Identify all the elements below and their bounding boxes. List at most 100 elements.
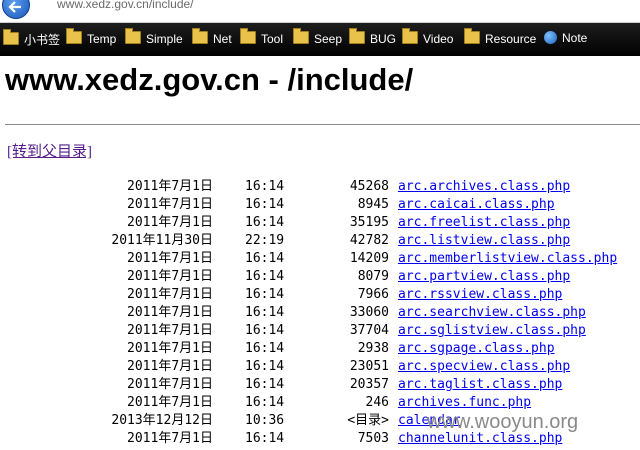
file-time: 16:14 xyxy=(245,359,285,374)
file-size: 8079 xyxy=(357,269,389,284)
file-row: 2011年7月1日 16:14 20357 arc.taglist.class.php xyxy=(0,376,640,394)
file-time: 22:19 xyxy=(245,233,285,248)
divider xyxy=(5,124,640,125)
address-bar: www.xedz.gov.cn/include/ xyxy=(0,0,640,23)
file-date: 2011年7月1日 xyxy=(127,179,213,194)
file-size: 42782 xyxy=(349,233,389,248)
bookmark-label: Simple xyxy=(146,32,183,46)
folder-icon xyxy=(240,28,256,44)
bookmark-folder-temp[interactable]: Temp xyxy=(66,28,116,47)
file-time: 16:14 xyxy=(245,323,285,338)
bookmark-folder-bug[interactable]: BUG xyxy=(349,28,397,47)
folder-icon xyxy=(349,28,365,44)
file-time: 16:14 xyxy=(245,431,285,446)
file-link[interactable]: arc.caicai.class.php xyxy=(398,196,555,214)
file-link[interactable]: archives.func.php xyxy=(398,394,531,412)
file-time: 16:14 xyxy=(245,251,285,266)
bookmark-label: 小书签 xyxy=(24,33,61,47)
file-size: 7503 xyxy=(357,431,389,446)
bookmark-folder-seep[interactable]: Seep xyxy=(293,28,343,47)
file-size: 33060 xyxy=(349,305,389,320)
file-date: 2011年7月1日 xyxy=(127,395,213,410)
file-link[interactable]: arc.archives.class.php xyxy=(398,178,570,196)
file-time: 16:14 xyxy=(245,215,285,230)
file-size: 23051 xyxy=(349,359,389,374)
file-size: 37704 xyxy=(349,323,389,338)
file-date: 2011年11月30日 xyxy=(111,233,213,248)
folder-icon xyxy=(293,28,309,44)
file-row: 2011年7月1日 16:14 7966 arc.rssview.class.php xyxy=(0,286,640,304)
file-link[interactable]: arc.searchview.class.php xyxy=(398,304,586,322)
file-size: <目录> xyxy=(347,413,389,428)
folder-icon xyxy=(402,28,418,44)
bookmark-folder-video[interactable]: Video xyxy=(402,28,454,47)
bookmarks-bar: 小书签 Temp Simple Net Tool Seep BUG Video … xyxy=(0,23,640,56)
bookmark-label: Seep xyxy=(314,32,343,46)
folder-icon xyxy=(464,28,480,44)
globe-icon xyxy=(544,31,557,44)
file-date: 2011年7月1日 xyxy=(127,431,213,446)
file-row: 2011年11月30日 22:19 42782 arc.listview.class.… xyxy=(0,232,640,250)
file-date: 2011年7月1日 xyxy=(127,341,213,356)
file-size: 45268 xyxy=(349,179,389,194)
url-field[interactable]: www.xedz.gov.cn/include/ xyxy=(57,0,194,11)
bookmark-label: Video xyxy=(423,32,454,46)
file-date: 2011年7月1日 xyxy=(127,323,213,338)
bookmark-label: Tool xyxy=(261,32,284,46)
file-row: 2011年7月1日 16:14 37704 arc.sglistview.class.… xyxy=(0,322,640,340)
file-date: 2011年7月1日 xyxy=(127,251,213,266)
bookmark-label: Resource xyxy=(485,32,537,46)
file-row: 2011年7月1日 16:14 33060 arc.searchview.class.… xyxy=(0,304,640,322)
folder-icon xyxy=(125,28,141,44)
file-link[interactable]: arc.listview.class.php xyxy=(398,232,570,250)
file-row: 2011年7月1日 16:14 8079 arc.partview.class.php xyxy=(0,268,640,286)
file-size: 35195 xyxy=(349,215,389,230)
file-date: 2011年7月1日 xyxy=(127,215,213,230)
file-date: 2011年7月1日 xyxy=(127,197,213,212)
file-time: 16:14 xyxy=(245,179,285,194)
file-size: 7966 xyxy=(357,287,389,302)
file-row: 2011年7月1日 16:14 8945 arc.caicai.class.php xyxy=(0,196,640,214)
file-size: 2938 xyxy=(357,341,389,356)
file-listing: 2011年7月1日 16:14 45268 arc.archives.class.ph… xyxy=(0,178,640,450)
file-link[interactable]: arc.sglistview.class.php xyxy=(398,322,586,340)
file-link[interactable]: arc.rssview.class.php xyxy=(398,286,562,304)
file-time: 16:14 xyxy=(245,269,285,284)
file-size: 20357 xyxy=(349,377,389,392)
file-link[interactable]: arc.specview.class.php xyxy=(398,358,570,376)
file-time: 16:14 xyxy=(245,341,285,356)
file-size: 246 xyxy=(365,395,389,410)
bookmark-label: Net xyxy=(213,32,232,46)
parent-directory-link[interactable]: [转到父目录] xyxy=(7,140,92,161)
file-time: 16:14 xyxy=(245,395,285,410)
file-row: 2011年7月1日 16:14 246 archives.func.php xyxy=(0,394,640,412)
file-link[interactable]: arc.taglist.class.php xyxy=(398,376,562,394)
file-row: 2011年7月1日 16:14 45268 arc.archives.class.ph… xyxy=(0,178,640,196)
bookmark-note[interactable]: Note xyxy=(544,31,587,47)
bookmark-folder-resource[interactable]: Resource xyxy=(464,28,537,47)
file-size: 14209 xyxy=(349,251,389,266)
file-link[interactable]: arc.sgpage.class.php xyxy=(398,340,555,358)
bookmark-folder-simple[interactable]: Simple xyxy=(125,28,183,47)
file-time: 16:14 xyxy=(245,287,285,302)
folder-icon xyxy=(66,28,82,44)
file-time: 16:14 xyxy=(245,197,285,212)
bookmark-label: Note xyxy=(562,31,588,45)
back-arrow-icon xyxy=(8,1,21,13)
file-date: 2011年7月1日 xyxy=(127,305,213,320)
folder-icon xyxy=(192,28,208,44)
bookmark-folder-tool[interactable]: Tool xyxy=(240,28,284,47)
file-row: 2011年7月1日 16:14 23051 arc.specview.class.ph… xyxy=(0,358,640,376)
file-row: 2011年7月1日 16:14 2938 arc.sgpage.class.php xyxy=(0,340,640,358)
file-link[interactable]: arc.memberlistview.class.php xyxy=(398,250,617,268)
file-link[interactable]: arc.freelist.class.php xyxy=(398,214,570,232)
back-button[interactable] xyxy=(2,0,30,19)
bookmark-folder-xiaoshuqian[interactable]: 小书签 xyxy=(3,29,61,47)
file-time: 16:14 xyxy=(245,377,285,392)
file-date: 2011年7月1日 xyxy=(127,269,213,284)
folder-icon xyxy=(3,29,19,45)
bookmark-folder-net[interactable]: Net xyxy=(192,28,232,47)
bookmark-label: BUG xyxy=(370,32,397,46)
file-link[interactable]: arc.partview.class.php xyxy=(398,268,570,286)
file-date: 2011年7月1日 xyxy=(127,287,213,302)
